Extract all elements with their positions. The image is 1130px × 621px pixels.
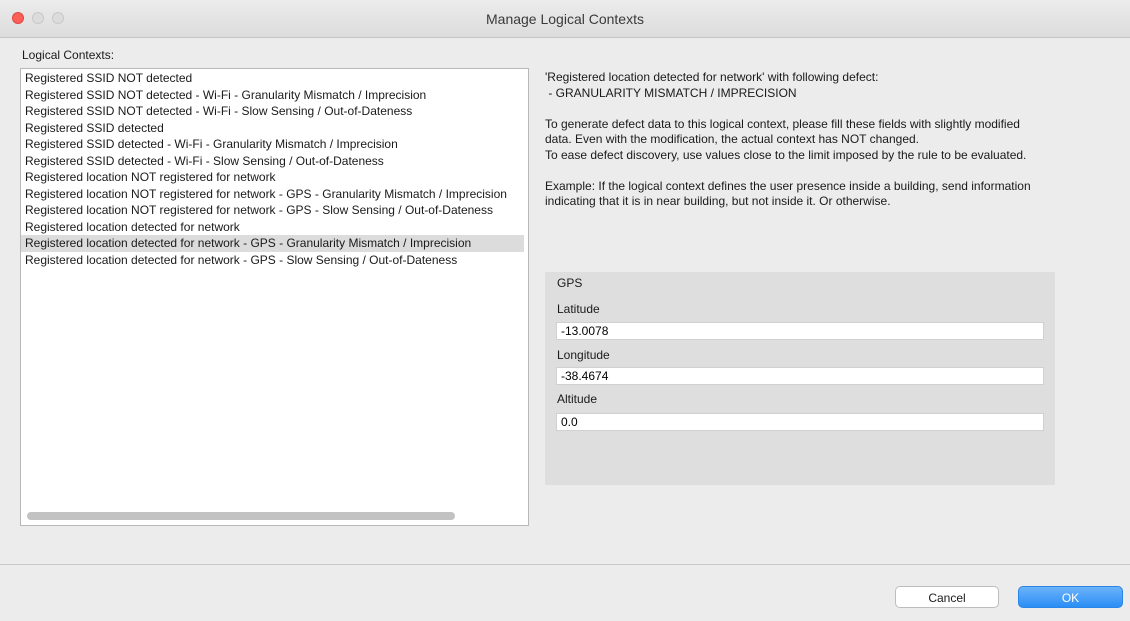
list-item[interactable]: Registered SSID NOT detected — [21, 70, 524, 87]
list-items-container: Registered SSID NOT detected Registered S… — [21, 70, 524, 268]
cancel-button[interactable]: Cancel — [895, 586, 999, 608]
altitude-input[interactable] — [556, 413, 1044, 431]
list-item[interactable]: Registered location NOT registered for n… — [21, 169, 524, 186]
altitude-label: Altitude — [557, 392, 598, 406]
defect-type: - GRANULARITY MISMATCH / IMPRECISION — [545, 85, 797, 100]
window-title: Manage Logical Contexts — [486, 11, 644, 27]
instruction-text: To generate defect data to this logical … — [545, 116, 1020, 147]
horizontal-scrollbar[interactable] — [23, 512, 526, 521]
footer-divider — [0, 564, 1130, 565]
longitude-input[interactable] — [556, 367, 1044, 385]
list-item[interactable]: Registered SSID NOT detected - Wi-Fi - G… — [21, 87, 524, 104]
list-item[interactable]: Registered SSID detected - Wi-Fi - Slow … — [21, 153, 524, 170]
ok-button[interactable]: OK — [1018, 586, 1123, 608]
title-bar: Manage Logical Contexts — [0, 0, 1130, 38]
scrollbar-thumb[interactable] — [27, 512, 455, 520]
list-item[interactable]: Registered location detected for network… — [21, 252, 524, 269]
gps-panel: GPS Latitude Longitude Altitude — [545, 272, 1055, 485]
longitude-label: Longitude — [557, 348, 610, 362]
list-item[interactable]: Registered location NOT registered for n… — [21, 186, 524, 203]
logical-contexts-label: Logical Contexts: — [22, 48, 115, 62]
logical-contexts-list[interactable]: Registered SSID NOT detected Registered S… — [20, 68, 529, 526]
defect-title: 'Registered location detected for networ… — [545, 70, 879, 84]
gps-panel-title: GPS — [557, 276, 583, 290]
list-item[interactable]: Registered location detected for network — [21, 219, 524, 236]
list-item[interactable]: Registered SSID detected — [21, 120, 524, 137]
latitude-label: Latitude — [557, 302, 600, 316]
latitude-input[interactable] — [556, 322, 1044, 340]
hint-text: To ease defect discovery, use values clo… — [545, 147, 1027, 162]
list-item[interactable]: Registered SSID detected - Wi-Fi - Granu… — [21, 136, 524, 153]
defect-description: 'Registered location detected for networ… — [545, 70, 1045, 210]
example-text: Example: If the logical context defines … — [545, 178, 1031, 209]
list-item[interactable]: Registered location NOT registered for n… — [21, 202, 524, 219]
list-item[interactable]: Registered SSID NOT detected - Wi-Fi - S… — [21, 103, 524, 120]
list-item[interactable]: Registered location detected for network… — [21, 235, 524, 252]
